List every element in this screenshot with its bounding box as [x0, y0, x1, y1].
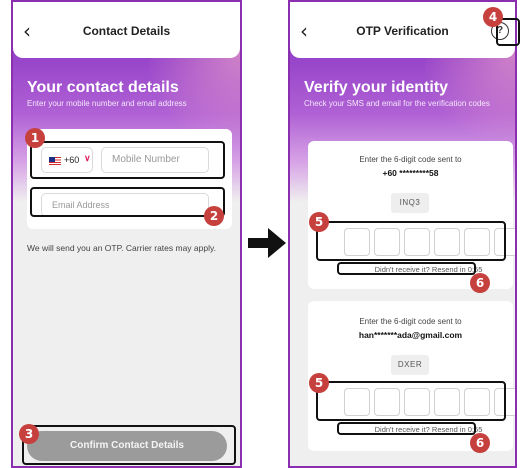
page-title: OTP Verification — [356, 24, 449, 38]
contact-details-screen: ‹ Contact Details Your contact details E… — [11, 0, 242, 468]
annotation-badge-6a: 6 — [470, 273, 490, 293]
annotation-box-5a — [316, 221, 506, 261]
otp-carrier-note: We will send you an OTP. Carrier rates m… — [27, 243, 216, 253]
sms-recipient: +60 *********58 — [382, 168, 439, 178]
annotation-box-3 — [22, 425, 236, 465]
annotation-box-5b — [316, 381, 506, 421]
email-recipient: han*******ada@gmail.com — [358, 330, 463, 340]
section-subheading: Enter your mobile number and email addre… — [27, 99, 187, 108]
section-subheading: Check your SMS and email for the verific… — [304, 99, 490, 108]
annotation-badge-4: 4 — [483, 7, 503, 27]
annotation-badge-5a: 5 — [309, 212, 329, 232]
email-prompt: Enter the 6-digit code sent to — [359, 317, 462, 326]
annotation-box-1 — [30, 141, 225, 179]
annotation-badge-2: 2 — [204, 206, 224, 226]
annotation-badge-6b: 6 — [470, 433, 490, 453]
sms-captcha-image: INQ3 — [391, 193, 429, 213]
header-bar: ‹ Contact Details — [13, 2, 240, 58]
email-captcha-image: DXER — [391, 355, 429, 375]
section-heading: Verify your identity — [304, 79, 449, 96]
page-title: Contact Details — [82, 24, 171, 38]
section-heading: Your contact details — [27, 79, 179, 96]
annotation-box-6b — [337, 422, 476, 435]
annotation-badge-3: 3 — [19, 424, 39, 444]
header-bar: ‹ OTP Verification ? — [290, 2, 515, 58]
sms-prompt: Enter the 6-digit code sent to — [359, 155, 462, 164]
annotation-badge-5b: 5 — [309, 373, 329, 393]
annotation-box-2 — [30, 187, 225, 217]
annotation-box-6a — [337, 262, 476, 275]
annotation-badge-1: 1 — [25, 128, 45, 148]
right-arrow-icon — [248, 228, 286, 258]
